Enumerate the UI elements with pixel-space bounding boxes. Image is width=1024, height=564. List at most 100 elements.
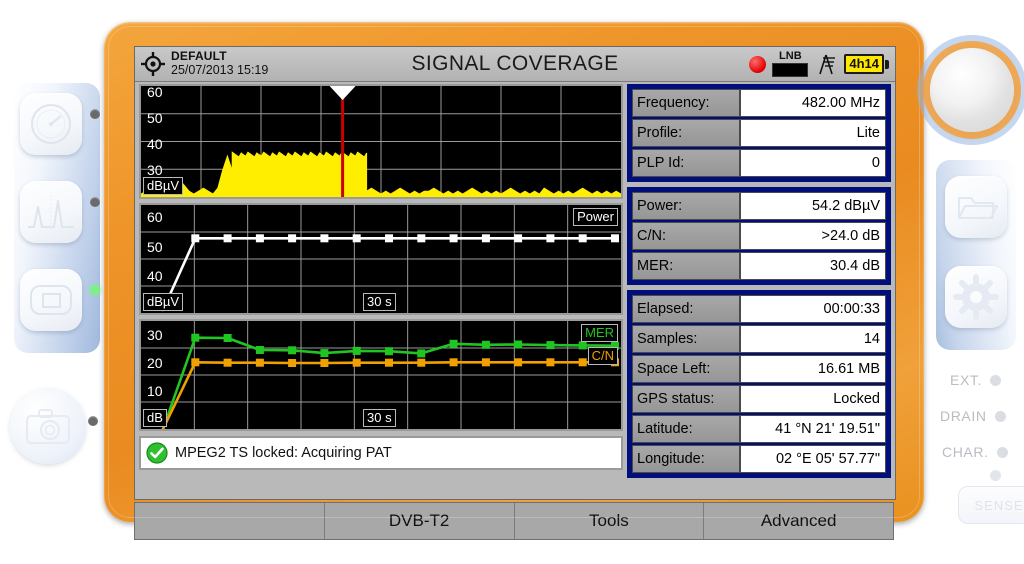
row-value: 0: [740, 149, 886, 177]
panel-measurements: Power: 54.2 dBµV C/N: >24.0 dB MER: 30.4…: [627, 187, 891, 285]
row-value: 14: [740, 325, 886, 353]
row-value: 02 °E 05' 57.77": [740, 445, 886, 473]
led-camera: [88, 416, 98, 426]
battery-cap: [885, 59, 889, 69]
table-row[interactable]: Samples: 14: [632, 325, 886, 353]
power-chart[interactable]: 60 50 40 dBµV 30 s Power: [139, 203, 623, 315]
camera-button[interactable]: [10, 388, 86, 464]
meter-gauge-button[interactable]: [20, 93, 82, 155]
power-unit-label: dBµV: [143, 293, 184, 311]
device-chassis: DEFAULT 25/07/2013 15:19 SIGNAL COVERAGE…: [104, 22, 924, 540]
power-ytick-40: 40: [147, 268, 163, 284]
spectrum-button[interactable]: [20, 181, 82, 243]
led-sense: [990, 470, 1001, 481]
row-key: MER:: [632, 252, 740, 280]
gear-icon: [953, 274, 999, 320]
row-key: PLP Id:: [632, 149, 740, 177]
meter-gauge-icon: [31, 104, 71, 144]
row-value: Lite: [740, 119, 886, 147]
device-screen: DEFAULT 25/07/2013 15:19 SIGNAL COVERAGE…: [134, 46, 896, 500]
rotary-knob-icon[interactable]: [930, 48, 1014, 132]
battery-indicator: 4h14: [844, 54, 889, 74]
spectrum-icon: [28, 195, 74, 229]
indicator-drain-label: DRAIN: [940, 408, 987, 424]
indicator-char-label: CHAR.: [942, 444, 989, 460]
mer-cn-chart[interactable]: 30 20 10 dB 30 s MER C/N: [139, 319, 623, 431]
row-key: Space Left:: [632, 355, 740, 383]
row-key: Longitude:: [632, 445, 740, 473]
led-spectrum: [90, 197, 100, 207]
settings-button[interactable]: [945, 266, 1007, 328]
panel-tuning: Frequency: 482.00 MHz Profile: Lite PLP …: [627, 84, 891, 182]
mer-timebase-label: 30 s: [363, 409, 396, 427]
spectrum-ytick-40: 40: [147, 136, 163, 152]
table-row[interactable]: Frequency: 482.00 MHz: [632, 89, 886, 117]
row-value: 16.61 MB: [740, 355, 886, 383]
table-row[interactable]: Latitude: 41 °N 21' 19.51": [632, 415, 886, 443]
row-value: 30.4 dB: [740, 252, 886, 280]
lnb-label: LNB: [779, 50, 802, 62]
row-value: Locked: [740, 385, 886, 413]
mer-ytick-20: 20: [147, 355, 163, 371]
indicator-ext-label: EXT.: [950, 372, 982, 388]
measurement-screen-button[interactable]: [20, 269, 82, 331]
graph-column: 60 50 40 30 dBµV 60 50 40 dBµV 30 s Powe…: [139, 84, 623, 496]
tab-dvb-t2[interactable]: DVB-T2: [325, 503, 515, 539]
lnb-indicator: LNB: [772, 50, 809, 77]
left-button-panel: [14, 83, 100, 353]
panel-acquisition: Elapsed: 00:00:33 Samples: 14 Space Left…: [627, 290, 891, 478]
table-row[interactable]: Profile: Lite: [632, 119, 886, 147]
spectrum-chart[interactable]: 60 50 40 30 dBµV: [139, 84, 623, 199]
status-message: MPEG2 TS locked: Acquiring PAT: [175, 445, 392, 461]
row-value: 482.00 MHz: [740, 89, 886, 117]
record-dot-icon: [749, 55, 767, 73]
row-key: Samples:: [632, 325, 740, 353]
antenna-icon: [819, 54, 836, 75]
table-row[interactable]: Longitude: 02 °E 05' 57.77": [632, 445, 886, 473]
spectrum-unit-label: dBµV: [143, 177, 184, 195]
led-char: [996, 446, 1008, 458]
tab-advanced[interactable]: Advanced: [704, 503, 893, 539]
indicator-ext: EXT.: [950, 372, 1001, 388]
mer-ytick-10: 10: [147, 383, 163, 399]
folder-button[interactable]: [945, 176, 1007, 238]
mer-ytick-30: 30: [147, 327, 163, 343]
led-drain: [994, 410, 1006, 422]
row-value: 54.2 dBµV: [740, 192, 886, 220]
power-timebase-label: 30 s: [363, 293, 396, 311]
mer-unit-label: dB: [143, 409, 167, 427]
cn-legend-label: C/N: [587, 347, 618, 365]
row-key: Elapsed:: [632, 295, 740, 323]
row-key: Latitude:: [632, 415, 740, 443]
row-value: 00:00:33: [740, 295, 886, 323]
table-row[interactable]: Space Left: 16.61 MB: [632, 355, 886, 383]
table-row[interactable]: GPS status: Locked: [632, 385, 886, 413]
status-bar: MPEG2 TS locked: Acquiring PAT: [139, 436, 623, 470]
battery-time-label: 4h14: [844, 54, 884, 74]
table-row[interactable]: Elapsed: 00:00:33: [632, 295, 886, 323]
led-meter: [90, 109, 100, 119]
spectrum-ytick-60: 60: [147, 84, 163, 100]
row-value: >24.0 dB: [740, 222, 886, 250]
measurement-panels: Frequency: 482.00 MHz Profile: Lite PLP …: [627, 84, 891, 496]
lnb-box: [772, 63, 809, 77]
led-ext: [989, 374, 1001, 386]
mer-legend-label: MER: [581, 324, 618, 342]
tab-tools[interactable]: Tools: [515, 503, 705, 539]
tab-empty[interactable]: [135, 503, 325, 539]
table-row[interactable]: C/N: >24.0 dB: [632, 222, 886, 250]
device-screenshot: DEFAULT 25/07/2013 15:19 SIGNAL COVERAGE…: [0, 0, 1024, 564]
table-row[interactable]: PLP Id: 0: [632, 149, 886, 177]
camera-icon: [26, 409, 70, 444]
row-key: Power:: [632, 192, 740, 220]
table-row[interactable]: MER: 30.4 dB: [632, 252, 886, 280]
measurement-screen-icon: [30, 285, 72, 315]
spectrum-plot: [141, 86, 621, 197]
table-row[interactable]: Power: 54.2 dBµV: [632, 192, 886, 220]
led-measurement: [90, 285, 100, 295]
power-legend-label: Power: [573, 208, 618, 226]
sense-button[interactable]: SENSE: [958, 486, 1024, 524]
spectrum-ytick-30: 30: [147, 162, 163, 178]
right-button-panel: [936, 160, 1016, 350]
status-icon-tray: LNB 4h14: [749, 49, 889, 79]
